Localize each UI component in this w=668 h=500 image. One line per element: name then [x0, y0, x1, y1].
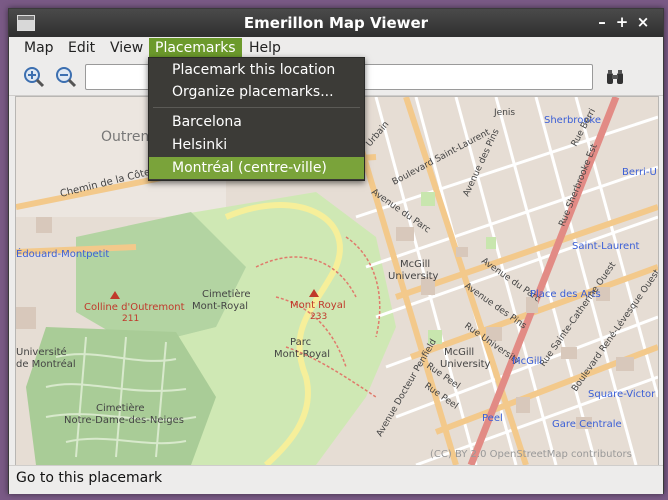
binoculars-icon[interactable]	[605, 67, 625, 87]
label-gare-centrale: Gare Centrale	[552, 419, 622, 430]
menu-bar: Map Edit View Placemarks Help	[9, 37, 663, 59]
menu-map[interactable]: Map	[18, 38, 60, 58]
label-universite: Université	[16, 346, 67, 358]
label-mcgill-station: McGill	[512, 356, 542, 367]
zoom-in-icon[interactable]	[23, 66, 45, 88]
menu-view[interactable]: View	[104, 38, 149, 58]
menu-item-placemark-location[interactable]: Placemark this location	[149, 59, 364, 81]
minimize-button[interactable]: –	[593, 13, 611, 31]
label-universite-2: de Montréal	[16, 358, 76, 370]
label-peel-station: Peel	[482, 413, 503, 424]
map-attribution: (CC) BY 2.0 OpenStreetMap contributors	[430, 449, 632, 460]
zoom-out-icon[interactable]	[55, 66, 77, 88]
label-edouard-montpetit: Édouard-Montpetit	[16, 247, 109, 260]
label-saint-laurent: Saint-Laurent	[572, 241, 640, 252]
label-colline-elev: 211	[122, 314, 139, 324]
label-mont-royal-elev: 233	[310, 312, 327, 322]
label-mcgill: McGill	[400, 259, 430, 270]
label-berri-uqam: Berri-U	[622, 167, 657, 178]
status-bar: Go to this placemark	[9, 465, 663, 494]
label-cimetiere-nd: Cimetière	[96, 402, 145, 414]
status-text: Go to this placemark	[16, 470, 163, 486]
label-mcgill-u: McGill	[444, 347, 474, 358]
label-mont-royal: Mont Royal	[290, 300, 346, 311]
label-colline: Colline d'Outremont	[84, 302, 185, 313]
title-bar[interactable]: Emerillon Map Viewer – + ×	[9, 9, 663, 37]
label-cimetiere-mr-2: Mont-Royal	[192, 301, 248, 312]
label-cimetiere-nd-2: Notre-Dame-des-Neiges	[64, 415, 184, 426]
menu-edit[interactable]: Edit	[62, 38, 101, 58]
menu-separator	[153, 107, 360, 108]
close-button[interactable]: ×	[634, 13, 652, 31]
menu-item-barcelona[interactable]: Barcelona	[149, 111, 364, 133]
label-square-victoria: Square-Victor	[588, 389, 656, 400]
placemarks-dropdown: Placemark this location Organize placema…	[148, 57, 365, 181]
label-mcgill-2: University	[388, 271, 439, 282]
label-parc: Parc	[290, 337, 311, 348]
menu-placemarks[interactable]: Placemarks	[149, 38, 242, 58]
menu-item-helsinki[interactable]: Helsinki	[149, 134, 364, 156]
label-mcgill-u-2: University	[440, 359, 491, 370]
label-cimetiere-mr: Cimetière	[202, 288, 251, 300]
menu-help[interactable]: Help	[243, 38, 287, 58]
window-title: Emerillon Map Viewer	[243, 14, 429, 32]
menu-item-organize-placemarks[interactable]: Organize placemarks...	[149, 81, 364, 103]
label-jenis: Jenis	[493, 108, 515, 118]
label-parc-2: Mont-Royal	[274, 349, 330, 360]
menu-item-montreal[interactable]: Montréal (centre-ville)	[149, 157, 364, 179]
maximize-button[interactable]: +	[613, 13, 631, 31]
